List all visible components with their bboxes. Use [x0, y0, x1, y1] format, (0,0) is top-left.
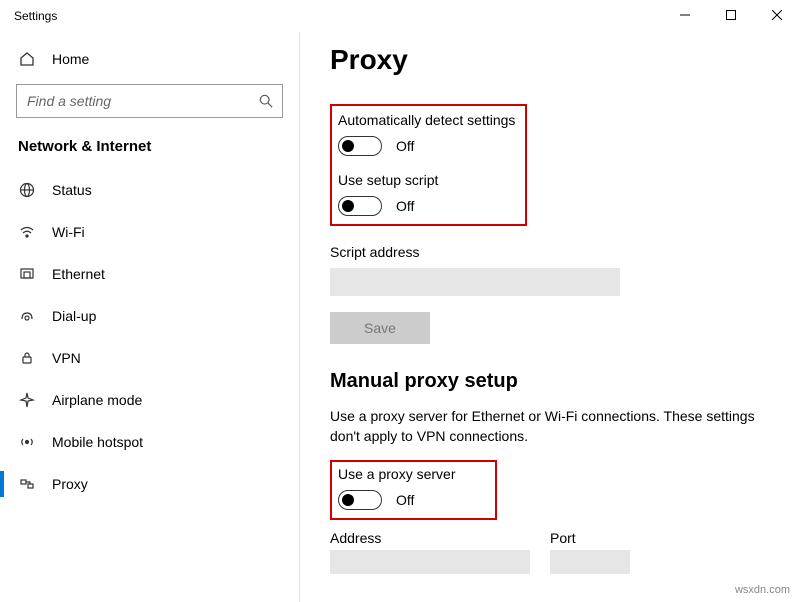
sidebar-item-label: VPN	[52, 350, 81, 366]
setup-script-toggle[interactable]	[338, 196, 382, 216]
page-title: Proxy	[330, 44, 770, 76]
home-label: Home	[52, 51, 89, 67]
port-input[interactable]	[550, 550, 630, 574]
auto-detect-toggle[interactable]	[338, 136, 382, 156]
sidebar-item-label: Status	[52, 182, 92, 198]
setup-script-state: Off	[396, 198, 414, 214]
category-header: Network & Internet	[0, 130, 299, 169]
sidebar-item-airplane[interactable]: Airplane mode	[0, 379, 299, 421]
dialup-icon	[18, 308, 36, 324]
window-controls	[662, 0, 800, 30]
manual-section-title: Manual proxy setup	[330, 370, 770, 393]
main-panel: Proxy Automatically detect settings Off …	[300, 32, 800, 602]
sidebar-item-hotspot[interactable]: Mobile hotspot	[0, 421, 299, 463]
vpn-icon	[18, 350, 36, 366]
highlight-auto-section: Automatically detect settings Off Use se…	[330, 104, 527, 226]
auto-detect-label: Automatically detect settings	[338, 112, 515, 128]
sidebar-item-wifi[interactable]: Wi-Fi	[0, 211, 299, 253]
close-icon	[772, 10, 782, 20]
wifi-icon	[18, 224, 36, 240]
save-button[interactable]: Save	[330, 312, 430, 344]
window-title: Settings	[14, 9, 57, 23]
sidebar-item-status[interactable]: Status	[0, 169, 299, 211]
airplane-icon	[18, 392, 36, 408]
script-address-label: Script address	[330, 244, 770, 260]
maximize-icon	[726, 10, 736, 20]
home-nav[interactable]: Home	[0, 38, 299, 80]
sidebar-item-label: Wi-Fi	[52, 224, 85, 240]
maximize-button[interactable]	[708, 0, 754, 30]
globe-icon	[18, 182, 36, 198]
auto-detect-state: Off	[396, 138, 414, 154]
highlight-proxy-section: Use a proxy server Off	[330, 460, 497, 520]
search-icon	[259, 94, 273, 108]
sidebar-item-label: Proxy	[52, 476, 88, 492]
setup-script-label: Use setup script	[338, 172, 515, 188]
minimize-icon	[680, 10, 690, 20]
minimize-button[interactable]	[662, 0, 708, 30]
sidebar-item-label: Airplane mode	[52, 392, 142, 408]
titlebar: Settings	[0, 0, 800, 32]
proxy-icon	[18, 476, 36, 492]
sidebar-item-label: Ethernet	[52, 266, 105, 282]
watermark: wsxdn.com	[735, 584, 790, 596]
use-proxy-state: Off	[396, 492, 414, 508]
sidebar-item-vpn[interactable]: VPN	[0, 337, 299, 379]
ethernet-icon	[18, 266, 36, 282]
use-proxy-label: Use a proxy server	[338, 466, 455, 482]
use-proxy-toggle[interactable]	[338, 490, 382, 510]
manual-description: Use a proxy server for Ethernet or Wi-Fi…	[330, 407, 760, 446]
search-input[interactable]	[16, 84, 283, 118]
sidebar-item-label: Dial-up	[52, 308, 96, 324]
address-label: Address	[330, 530, 530, 546]
sidebar-item-label: Mobile hotspot	[52, 434, 143, 450]
search-wrap	[16, 84, 283, 118]
sidebar-item-proxy[interactable]: Proxy	[0, 463, 299, 505]
port-label: Port	[550, 530, 630, 546]
sidebar-item-ethernet[interactable]: Ethernet	[0, 253, 299, 295]
sidebar: Home Network & Internet Status Wi-Fi Eth…	[0, 32, 300, 602]
script-address-input[interactable]	[330, 268, 620, 296]
home-icon	[18, 51, 36, 67]
hotspot-icon	[18, 434, 36, 450]
sidebar-item-dialup[interactable]: Dial-up	[0, 295, 299, 337]
close-button[interactable]	[754, 0, 800, 30]
address-input[interactable]	[330, 550, 530, 574]
